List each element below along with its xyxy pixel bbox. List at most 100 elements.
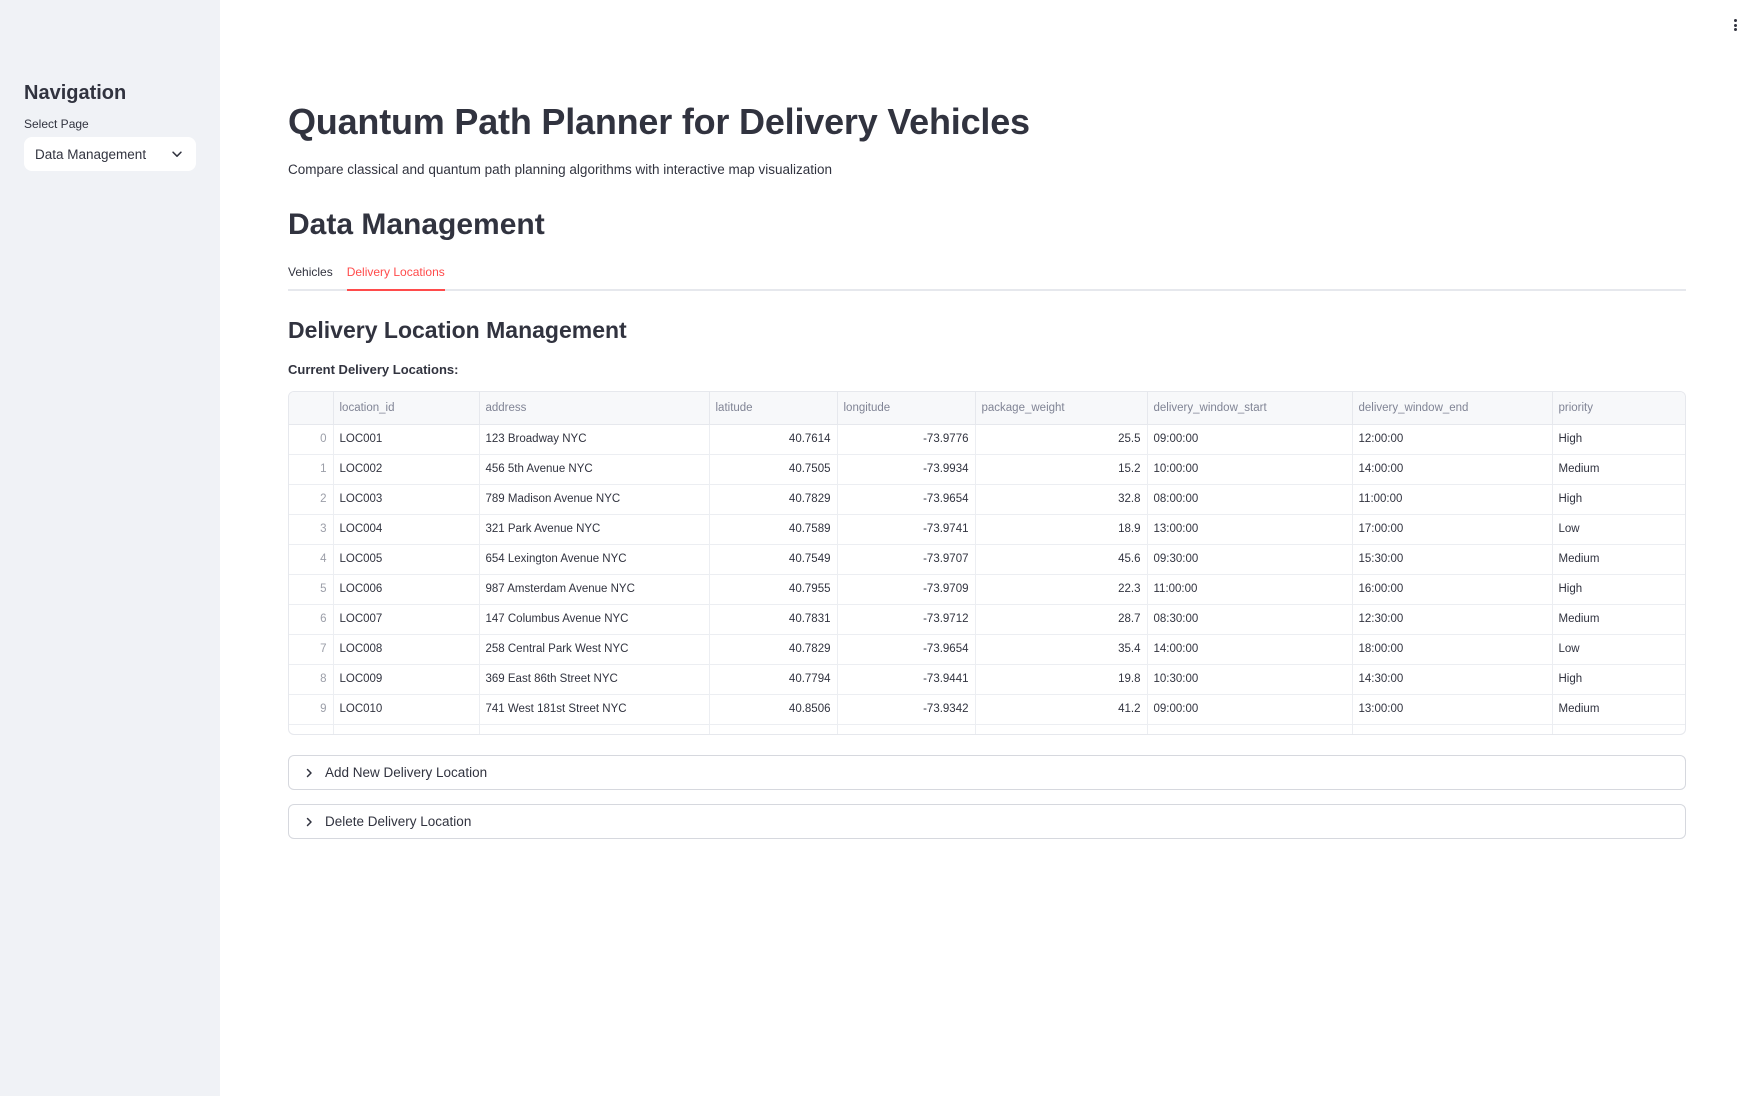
table-cell[interactable]: 258 Central Park West NYC [479, 634, 710, 665]
table-cell[interactable]: Low [1552, 634, 1685, 665]
table-cell[interactable]: LOC003 [333, 484, 480, 515]
table-cell[interactable]: 40.7614 [709, 424, 838, 455]
table-cell[interactable]: Medium [1552, 604, 1685, 635]
table-cell[interactable]: -73.9707 [837, 544, 976, 575]
table-cell[interactable]: 10:30:00 [1147, 664, 1353, 695]
table-cell[interactable]: LOC005 [333, 544, 480, 575]
table-row[interactable]: 8 LOC009 369 East 86th Street NYC 40.779… [289, 664, 1685, 695]
table-row[interactable]: 4 LOC005 654 Lexington Avenue NYC 40.754… [289, 544, 1685, 575]
table-cell[interactable]: LOC004 [333, 514, 480, 545]
table-cell[interactable]: 35.4 [975, 634, 1148, 665]
table-cell[interactable]: 16:00:00 [1352, 574, 1553, 605]
table-cell[interactable]: -73.9342 [837, 694, 976, 725]
add-location-expander[interactable]: Add New Delivery Location [288, 755, 1686, 790]
table-cell[interactable]: -73.9712 [837, 604, 976, 635]
table-cell[interactable]: 123 Broadway NYC [479, 424, 710, 455]
table-cell[interactable]: 17:00:00 [1352, 514, 1553, 545]
table-cell[interactable]: 11:00:00 [1352, 484, 1553, 515]
table-cell[interactable]: High [1552, 664, 1685, 695]
delete-location-expander[interactable]: Delete Delivery Location [288, 804, 1686, 839]
table-cell[interactable]: LOC006 [333, 574, 480, 605]
table-cell[interactable]: 456 5th Avenue NYC [479, 454, 710, 485]
table-row[interactable]: 7 LOC008 258 Central Park West NYC 40.78… [289, 634, 1685, 665]
table-cell[interactable]: LOC008 [333, 634, 480, 665]
table-cell[interactable]: 11:00:00 [1147, 574, 1353, 605]
table-cell[interactable]: 41.2 [975, 694, 1148, 725]
table-cell[interactable]: 15.2 [975, 454, 1148, 485]
table-cell[interactable]: 32.8 [975, 484, 1148, 515]
table-cell[interactable]: 40.7549 [709, 544, 838, 575]
tab-delivery-locations[interactable]: Delivery Locations [346, 263, 445, 291]
table-cell[interactable]: High [1552, 574, 1685, 605]
table-cell[interactable]: High [1552, 424, 1685, 455]
table-cell[interactable]: 40.7829 [709, 634, 838, 665]
table-cell[interactable]: 40.7589 [709, 514, 838, 545]
table-row[interactable]: 2 LOC003 789 Madison Avenue NYC 40.7829 … [289, 484, 1685, 515]
column-header-latitude[interactable]: latitude [709, 392, 838, 425]
table-cell[interactable]: -73.9709 [837, 574, 976, 605]
table-cell[interactable]: -73.9441 [837, 664, 976, 695]
table-cell[interactable]: 09:30:00 [1147, 544, 1353, 575]
table-cell[interactable]: LOC002 [333, 454, 480, 485]
table-cell[interactable]: 321 Park Avenue NYC [479, 514, 710, 545]
table-cell[interactable]: Medium [1552, 694, 1685, 725]
more-vertical-icon[interactable] [1727, 17, 1743, 33]
table-cell[interactable]: 18.9 [975, 514, 1148, 545]
table-cell[interactable]: 09:00:00 [1147, 424, 1353, 455]
table-row[interactable]: 0 LOC001 123 Broadway NYC 40.7614 -73.97… [289, 424, 1685, 455]
table-cell[interactable]: LOC001 [333, 424, 480, 455]
table-cell[interactable]: 741 West 181st Street NYC [479, 694, 710, 725]
table-cell[interactable]: 987 Amsterdam Avenue NYC [479, 574, 710, 605]
table-cell[interactable]: 789 Madison Avenue NYC [479, 484, 710, 515]
table-cell[interactable]: 147 Columbus Avenue NYC [479, 604, 710, 635]
column-header-package-weight[interactable]: package_weight [975, 392, 1148, 425]
table-cell[interactable]: LOC007 [333, 604, 480, 635]
table-cell[interactable]: 14:00:00 [1352, 454, 1553, 485]
table-cell[interactable]: 14:30:00 [1352, 664, 1553, 695]
table-cell[interactable]: -73.9776 [837, 424, 976, 455]
table-cell[interactable]: 10:00:00 [1147, 454, 1353, 485]
column-header-window-start[interactable]: delivery_window_start [1147, 392, 1353, 425]
table-cell[interactable]: 40.7794 [709, 664, 838, 695]
table-cell[interactable]: -73.9654 [837, 484, 976, 515]
table-cell[interactable]: 28.7 [975, 604, 1148, 635]
table-row[interactable]: 3 LOC004 321 Park Avenue NYC 40.7589 -73… [289, 514, 1685, 545]
table-cell[interactable]: 18:00:00 [1352, 634, 1553, 665]
page-select[interactable]: Data Management [24, 137, 196, 171]
table-cell[interactable]: 13:00:00 [1352, 694, 1553, 725]
table-cell[interactable]: -73.9934 [837, 454, 976, 485]
table-cell[interactable]: 45.6 [975, 544, 1148, 575]
table-cell[interactable]: 12:30:00 [1352, 604, 1553, 635]
table-cell[interactable]: LOC009 [333, 664, 480, 695]
table-cell[interactable]: 08:00:00 [1147, 484, 1353, 515]
column-header-address[interactable]: address [479, 392, 710, 425]
table-row[interactable]: 9 LOC010 741 West 181st Street NYC 40.85… [289, 694, 1685, 725]
table-cell[interactable]: 12:00:00 [1352, 424, 1553, 455]
table-cell[interactable]: Medium [1552, 544, 1685, 575]
table-cell[interactable]: 369 East 86th Street NYC [479, 664, 710, 695]
table-cell[interactable]: Low [1552, 514, 1685, 545]
table-cell[interactable]: 09:00:00 [1147, 694, 1353, 725]
column-header-index[interactable] [289, 392, 334, 425]
table-row[interactable]: 5 LOC006 987 Amsterdam Avenue NYC 40.795… [289, 574, 1685, 605]
table-cell[interactable]: 40.7831 [709, 604, 838, 635]
table-cell[interactable]: 40.7829 [709, 484, 838, 515]
table-cell[interactable]: Medium [1552, 454, 1685, 485]
table-cell[interactable]: -73.9654 [837, 634, 976, 665]
tab-vehicles[interactable]: Vehicles [288, 263, 333, 289]
table-cell[interactable]: 19.8 [975, 664, 1148, 695]
table-row[interactable]: 6 LOC007 147 Columbus Avenue NYC 40.7831… [289, 604, 1685, 635]
column-header-window-end[interactable]: delivery_window_end [1352, 392, 1553, 425]
table-cell[interactable]: 14:00:00 [1147, 634, 1353, 665]
table-cell[interactable]: 25.5 [975, 424, 1148, 455]
table-cell[interactable]: 15:30:00 [1352, 544, 1553, 575]
column-header-longitude[interactable]: longitude [837, 392, 976, 425]
column-header-priority[interactable]: priority [1552, 392, 1685, 425]
table-cell[interactable]: High [1552, 484, 1685, 515]
table-cell[interactable]: 08:30:00 [1147, 604, 1353, 635]
table-row[interactable]: 1 LOC002 456 5th Avenue NYC 40.7505 -73.… [289, 454, 1685, 485]
table-cell[interactable]: 40.7955 [709, 574, 838, 605]
column-header-location-id[interactable]: location_id [333, 392, 480, 425]
table-cell[interactable]: -73.9741 [837, 514, 976, 545]
table-cell[interactable]: 654 Lexington Avenue NYC [479, 544, 710, 575]
